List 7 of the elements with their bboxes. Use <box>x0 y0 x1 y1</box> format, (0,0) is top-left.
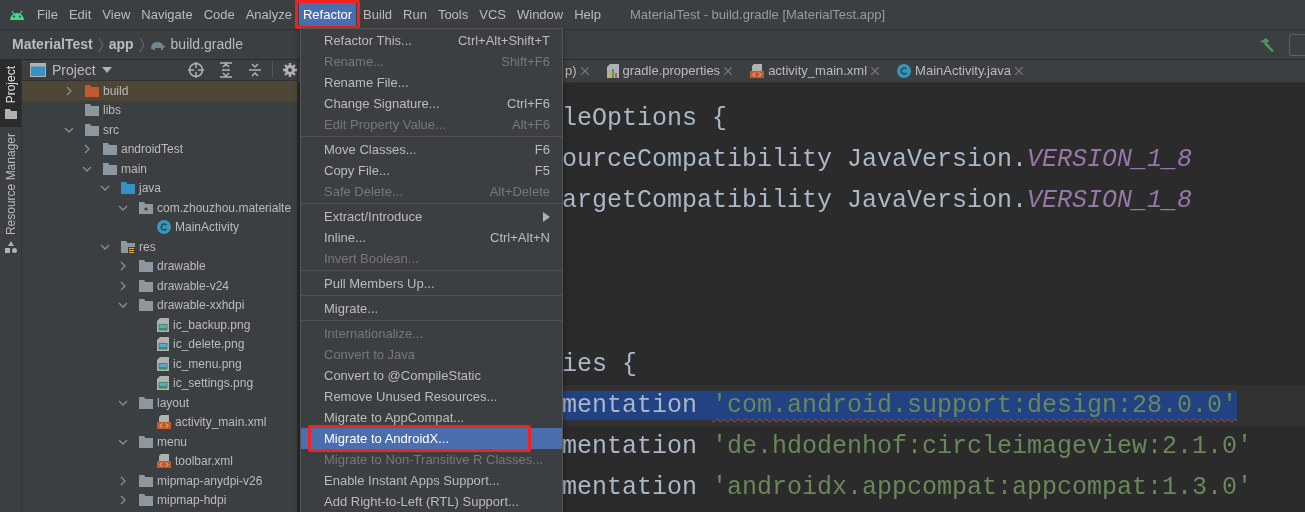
code-line: leOptions { <box>562 103 729 135</box>
code-line: mentation 'androidx.appcompat:appcompat:1.3.0' <box>562 472 1254 504</box>
window-title: MaterialTest - build.gradle [MaterialTest.app] <box>629 5 886 24</box>
code-line: ies { <box>562 349 638 381</box>
code-line: ourceCompatibility JavaVersion.VERSION_1_8 <box>562 144 1194 176</box>
code-line: mentation 'de.hdodenhof:circleimageview:2.1.0' <box>562 431 1254 463</box>
code-line: argetCompatibility JavaVersion.VERSION_1_8 <box>562 185 1194 217</box>
